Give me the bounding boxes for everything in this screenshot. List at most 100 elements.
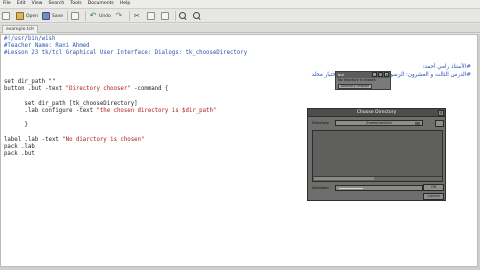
toolbar: Open Save ↶ Undo ↷ ✂: [0, 10, 480, 23]
code-token: label .lab -text: [4, 136, 63, 143]
toolbar-separator: [85, 11, 87, 21]
code-token: .lab configure -text: [4, 107, 97, 114]
directory-value: /home/rani/bin: [366, 121, 392, 125]
parent-directory-button[interactable]: [435, 120, 444, 127]
open-button[interactable]: Open: [16, 11, 38, 21]
close-icon[interactable]: x: [438, 110, 444, 116]
new-file-icon: [2, 12, 10, 20]
minimize-icon[interactable]: -: [372, 72, 377, 77]
save-button[interactable]: Save: [42, 11, 63, 21]
print-icon: [71, 12, 80, 20]
document-tabs: example.tcl ×: [0, 24, 480, 33]
menu-edit[interactable]: Edit: [17, 0, 26, 8]
code-line[interactable]: [4, 129, 247, 136]
code-text[interactable]: #!/usr/bin/wish #Teacher Name: Rani Ahmed…: [4, 36, 247, 158]
code-string: "No diarctory is chosen": [62, 136, 145, 143]
cut-icon: ✂: [133, 12, 140, 20]
code-line[interactable]: }: [4, 122, 247, 129]
menu-tools[interactable]: Tools: [70, 0, 81, 8]
directory-list[interactable]: [312, 130, 443, 182]
menu-view[interactable]: View: [32, 0, 43, 8]
tk-window-title: but: [338, 73, 344, 77]
menu-documents[interactable]: Documents: [88, 0, 114, 8]
tk-window-controls: - □ x: [371, 72, 389, 77]
editor-window: File Edit View Search Tools Documents He…: [0, 0, 480, 270]
tk-app-window: but - □ x No diarctory is chosen Directo…: [335, 71, 391, 90]
copy-icon: [146, 12, 155, 20]
directory-label: Directory:: [312, 121, 330, 125]
tk-window-titlebar[interactable]: but - □ x: [336, 72, 390, 78]
code-token: -command {: [130, 86, 169, 93]
close-icon[interactable]: x: [384, 72, 389, 77]
code-comment: #Teacher Name: Rani Ahmed: [4, 43, 90, 50]
arabic-comment-teacher: #الأستاذ رامي أحمد:: [422, 64, 471, 70]
code-comment: #!/usr/bin/wish: [4, 36, 56, 42]
menu-search[interactable]: Search: [49, 0, 65, 8]
code-line[interactable]: [4, 58, 247, 65]
choose-directory-dialog: Choose Directory x Directory: /home/rani…: [307, 108, 446, 201]
undo-button[interactable]: ↶ Undo: [89, 11, 111, 21]
ok-button[interactable]: OK: [423, 184, 444, 191]
code-line[interactable]: #Lesson 23 tk/tcl Graphical User Interfa…: [4, 50, 247, 57]
horizontal-scrollbar[interactable]: [314, 176, 442, 180]
undo-icon: ↶: [89, 11, 97, 20]
code-line[interactable]: [4, 94, 247, 101]
code-token: button .but -text: [4, 86, 66, 93]
tab-document[interactable]: example.tcl ×: [2, 25, 38, 33]
code-line[interactable]: [4, 115, 247, 122]
dialog-title: Choose Directory: [356, 110, 397, 115]
dialog-titlebar[interactable]: Choose Directory x: [308, 109, 445, 117]
selection-text-mark: [339, 188, 363, 189]
search-icon: [178, 12, 187, 20]
close-tab-icon[interactable]: ×: [31, 26, 35, 33]
selection-label: Selection:: [312, 186, 330, 190]
code-string: "the chosen directory is $dir_path": [96, 107, 217, 114]
code-line[interactable]: label .lab -text "No diarctory is chosen…: [4, 137, 247, 144]
menu-file[interactable]: File: [3, 0, 11, 8]
paste-button[interactable]: [160, 11, 171, 21]
tk-status-label: No diarctory is chosen: [338, 78, 376, 82]
code-line[interactable]: pack .lab: [4, 144, 247, 151]
code-line[interactable]: [4, 72, 247, 79]
open-label: Open: [26, 13, 39, 19]
directory-row: Directory: /home/rani/bin: [312, 120, 423, 126]
toolbar-separator: [128, 11, 130, 21]
replace-button[interactable]: [192, 11, 203, 21]
save-icon: [42, 12, 51, 20]
code-line[interactable]: set dir_path "": [4, 79, 247, 86]
open-folder-icon: [16, 12, 24, 20]
scrollbar-thumb[interactable]: [314, 177, 374, 180]
print-button[interactable]: [71, 11, 81, 21]
code-line[interactable]: set dir_path [tk_chooseDirectory]: [4, 101, 247, 108]
toolbar-separator: [174, 11, 176, 21]
code-line[interactable]: #!/usr/bin/wish: [4, 36, 247, 43]
undo-label: Undo: [99, 13, 111, 19]
menu-help[interactable]: Help: [120, 0, 130, 8]
tab-label: example.tcl: [6, 27, 33, 32]
code-line[interactable]: #Teacher Name: Rani Ahmed: [4, 43, 247, 50]
maximize-icon[interactable]: □: [378, 72, 383, 77]
directory-dropdown[interactable]: /home/rani/bin: [335, 120, 423, 126]
redo-button[interactable]: ↷: [115, 11, 125, 21]
copy-button[interactable]: [146, 11, 157, 21]
cut-button[interactable]: ✂: [133, 11, 143, 21]
code-line[interactable]: pack .but: [4, 151, 247, 158]
paste-icon: [160, 12, 169, 20]
code-line[interactable]: button .but -text "Directory chooser" -c…: [4, 86, 247, 93]
find-button[interactable]: [178, 11, 189, 21]
code-string: "Directory chooser": [65, 86, 131, 93]
code-comment: #Lesson 23 tk/tcl Graphical User Interfa…: [4, 50, 248, 57]
dropdown-arrow-icon: [415, 122, 420, 125]
selection-input[interactable]: [335, 185, 423, 191]
code-line[interactable]: [4, 65, 247, 72]
menu-bar: File Edit View Search Tools Documents He…: [0, 0, 480, 9]
save-label: Save: [52, 13, 64, 19]
directory-chooser-button[interactable]: Directory chooser: [338, 84, 372, 89]
redo-icon: ↷: [115, 11, 123, 20]
selection-row: Selection:: [312, 185, 423, 191]
toolbar-separator: [67, 11, 69, 21]
cancel-button[interactable]: Cancel: [423, 193, 444, 200]
replace-icon: [192, 12, 201, 20]
new-button[interactable]: [2, 11, 12, 21]
code-line[interactable]: .lab configure -text "the chosen directo…: [4, 108, 247, 115]
